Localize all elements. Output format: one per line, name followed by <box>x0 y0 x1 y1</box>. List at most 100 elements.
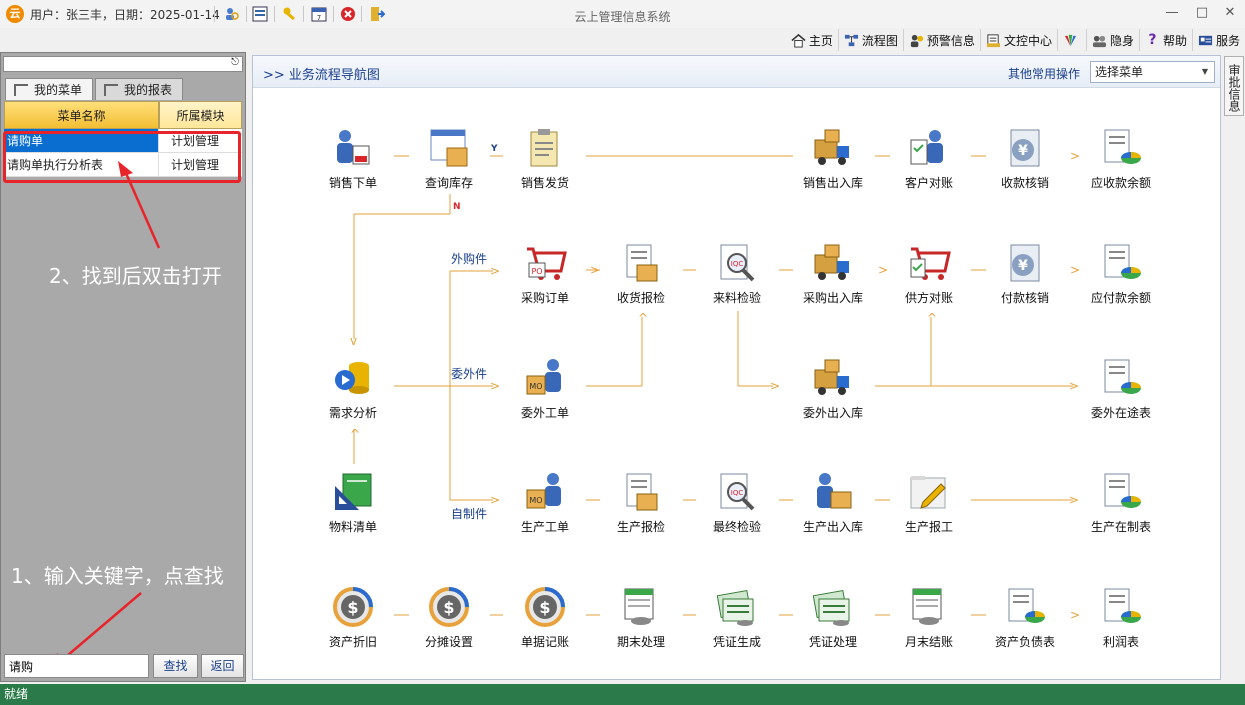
person-mo-icon[interactable]: MO <box>523 356 567 400</box>
dollar-icon[interactable]: $ <box>523 585 567 629</box>
flow-node[interactable]: 客户对账 <box>889 126 969 191</box>
flow-node-label[interactable]: 采购出入库 <box>793 289 873 306</box>
flow-node-label[interactable]: 客户对账 <box>889 174 969 191</box>
document-center-button[interactable]: 文控中心 <box>981 29 1058 51</box>
approval-info-tab[interactable]: 审批信息 <box>1224 56 1244 116</box>
flow-node-label[interactable]: 凭证处理 <box>793 633 873 650</box>
clipboard-icon[interactable] <box>523 126 567 170</box>
person-mo-icon[interactable]: MO <box>523 470 567 514</box>
flow-node[interactable]: 供方对账 <box>889 241 969 306</box>
truck-icon[interactable] <box>811 241 855 285</box>
flow-node[interactable]: 物料清单 <box>313 470 393 535</box>
flow-node[interactable]: 期末处理 <box>601 585 681 650</box>
cell-module[interactable]: 计划管理 <box>159 129 242 152</box>
flowchart-button[interactable]: 流程图 <box>839 29 904 51</box>
flow-node-label[interactable]: 生产报工 <box>889 518 969 535</box>
flow-node[interactable]: 凭证处理 <box>793 585 873 650</box>
flow-node-label[interactable]: 销售下单 <box>313 174 393 191</box>
flow-node-label[interactable]: 利润表 <box>1081 633 1161 650</box>
tab-my-menu[interactable]: 我的菜单 <box>5 78 94 100</box>
voucher-icon[interactable] <box>811 585 855 629</box>
tab-my-reports[interactable]: 我的报表 <box>95 78 184 100</box>
flow-node[interactable]: 生产在制表 <box>1081 470 1161 535</box>
truck-icon[interactable] <box>811 356 855 400</box>
doc-pie-icon[interactable] <box>1099 126 1143 170</box>
doc-pie-icon[interactable] <box>1003 585 1047 629</box>
table-row[interactable]: 请购单 计划管理 <box>4 129 242 153</box>
flow-node[interactable]: 销售下单 <box>313 126 393 191</box>
user-search-icon[interactable] <box>222 4 242 24</box>
box-search-icon[interactable] <box>427 126 471 170</box>
exit-icon[interactable] <box>367 4 387 24</box>
yen-doc-icon[interactable]: ¥ <box>1003 241 1047 285</box>
list-icon[interactable] <box>250 4 270 24</box>
menu-select[interactable]: 选择菜单 ▼ <box>1090 61 1215 83</box>
flow-node[interactable]: $ 资产折旧 <box>313 585 393 650</box>
flow-node[interactable]: ¥ 付款核销 <box>985 241 1065 306</box>
magnifier-icon[interactable]: IQC <box>715 241 759 285</box>
flow-node[interactable]: 委外在途表 <box>1081 356 1161 421</box>
flow-node[interactable]: 销售发货 <box>505 126 585 191</box>
flow-node[interactable]: 查询库存 <box>409 126 489 191</box>
doc-pie-icon[interactable] <box>1099 470 1143 514</box>
dollar-icon[interactable]: $ <box>427 585 471 629</box>
flow-node[interactable]: IQC 来料检验 <box>697 241 777 306</box>
cell-module[interactable]: 计划管理 <box>159 153 242 176</box>
table-row[interactable]: 请购单执行分析表 计划管理 <box>4 153 242 177</box>
yen-doc-icon[interactable]: ¥ <box>1003 126 1047 170</box>
truck-icon[interactable] <box>811 126 855 170</box>
flow-node-label[interactable]: 来料检验 <box>697 289 777 306</box>
magnifier-icon[interactable]: IQC <box>715 470 759 514</box>
doc-pie-icon[interactable] <box>1099 585 1143 629</box>
flow-node[interactable]: 凭证生成 <box>697 585 777 650</box>
hide-button[interactable]: 隐身 <box>1087 29 1140 51</box>
flow-node-label[interactable]: 供方对账 <box>889 289 969 306</box>
flow-node[interactable]: 生产报检 <box>601 470 681 535</box>
flow-node-label[interactable]: 查询库存 <box>409 174 489 191</box>
doc-pie-icon[interactable] <box>1099 241 1143 285</box>
voucher-icon[interactable] <box>715 585 759 629</box>
flow-node-label[interactable]: 最终检验 <box>697 518 777 535</box>
flow-node[interactable]: 收货报检 <box>601 241 681 306</box>
person-order-icon[interactable] <box>331 126 375 170</box>
close-red-icon[interactable] <box>338 4 358 24</box>
db-table-icon[interactable] <box>619 585 663 629</box>
flow-node[interactable]: 采购出入库 <box>793 241 873 306</box>
doc-box-icon[interactable] <box>619 470 663 514</box>
flow-node-label[interactable]: 物料清单 <box>313 518 393 535</box>
flow-node-label[interactable]: 委外在途表 <box>1081 404 1161 421</box>
cart-check-icon[interactable] <box>907 241 951 285</box>
home-button[interactable]: 主页 <box>786 29 839 51</box>
play-db-icon[interactable] <box>331 356 375 400</box>
flow-node-label[interactable]: 付款核销 <box>985 289 1065 306</box>
flow-node[interactable]: IQC 最终检验 <box>697 470 777 535</box>
flow-node[interactable]: $ 单据记账 <box>505 585 585 650</box>
flow-node-label[interactable]: 凭证生成 <box>697 633 777 650</box>
flow-node[interactable]: 应收款余额 <box>1081 126 1161 191</box>
alert-button[interactable]: 预警信息 <box>904 29 981 51</box>
flow-node[interactable]: 委外出入库 <box>793 356 873 421</box>
search-input[interactable] <box>4 654 149 678</box>
cart-po-icon[interactable]: PO <box>523 241 567 285</box>
maximize-button[interactable]: □ <box>1188 2 1216 24</box>
pin-icon[interactable]: ⎋ <box>231 57 239 68</box>
flow-node-label[interactable]: 委外出入库 <box>793 404 873 421</box>
flow-node[interactable]: 应付款余额 <box>1081 241 1161 306</box>
key-icon[interactable] <box>280 4 300 24</box>
dollar-icon[interactable]: $ <box>331 585 375 629</box>
flow-node[interactable]: 销售出入库 <box>793 126 873 191</box>
chevron-down-icon[interactable]: ▼ <box>1198 64 1212 80</box>
cell-menu-name[interactable]: 请购单执行分析表 <box>4 153 159 176</box>
folder-pen-icon[interactable] <box>907 470 951 514</box>
flow-node-label[interactable]: 单据记账 <box>505 633 585 650</box>
calendar-icon[interactable]: 7 <box>309 4 329 24</box>
flow-node-label[interactable]: 收款核销 <box>985 174 1065 191</box>
help-button[interactable]: ? 帮助 <box>1140 29 1193 51</box>
minimize-button[interactable]: — <box>1158 2 1186 24</box>
flow-node-label[interactable]: 期末处理 <box>601 633 681 650</box>
flow-node[interactable]: 生产报工 <box>889 470 969 535</box>
flow-node-label[interactable]: 资产折旧 <box>313 633 393 650</box>
flow-node[interactable]: 月末结账 <box>889 585 969 650</box>
flow-node-label[interactable]: 销售发货 <box>505 174 585 191</box>
flow-node-label[interactable]: 生产出入库 <box>793 518 873 535</box>
